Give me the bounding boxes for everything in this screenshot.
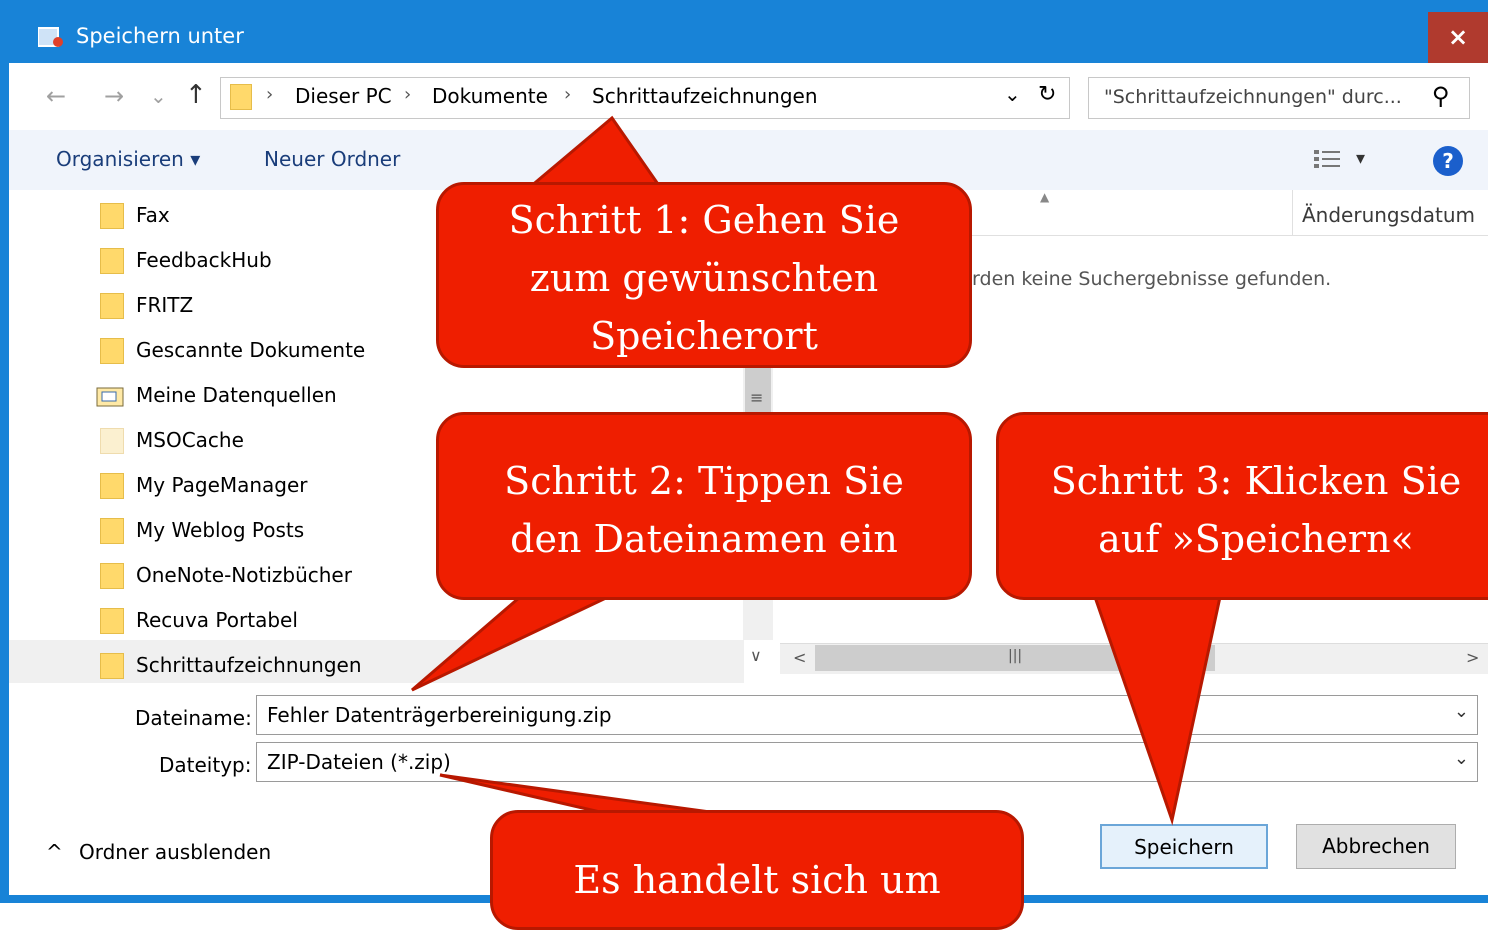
callout-step2: Schritt 2: Tippen Sie den Dateinamen ein [436, 412, 972, 600]
scroll-left-icon[interactable]: < [793, 648, 806, 667]
folder-icon [100, 338, 124, 364]
view-dropdown-icon[interactable]: ▾ [1356, 148, 1365, 169]
folder-icon [100, 608, 124, 634]
breadcrumb-separator: › [564, 84, 572, 105]
filename-field[interactable]: Fehler Datenträgerbereinigung.zip ⌄ [256, 695, 1478, 735]
folder-icon [100, 653, 124, 679]
save-button[interactable]: Speichern [1100, 824, 1268, 869]
chevron-down-icon[interactable]: ⌄ [1454, 748, 1469, 769]
column-date[interactable]: Änderungsdatum [1302, 203, 1475, 227]
scroll-grip-icon: ≡ [750, 388, 764, 407]
breadcrumb-dieser-pc[interactable]: Dieser PC [295, 84, 392, 108]
filetype-label: Dateityp: [159, 753, 252, 777]
folder-icon [100, 203, 124, 229]
command-bar [9, 130, 1488, 190]
breadcrumb-separator: › [266, 84, 274, 105]
new-folder-button[interactable]: Neuer Ordner [264, 147, 400, 171]
view-options-icon[interactable] [1314, 148, 1344, 170]
search-icon[interactable]: ⚲ [1432, 82, 1450, 110]
folder-icon [100, 563, 124, 589]
callout-step3: Schritt 3: Klicken Sie auf »Speichern« [996, 412, 1488, 600]
hidden-folder-icon [100, 428, 124, 454]
breadcrumb-dokumente[interactable]: Dokumente [432, 84, 548, 108]
folder-icon [100, 518, 124, 544]
sort-ascending-icon: ▲ [1040, 190, 1050, 204]
close-button[interactable]: × [1428, 12, 1488, 63]
collapse-icon[interactable]: ^ [46, 840, 63, 864]
scroll-right-icon[interactable]: > [1466, 648, 1479, 667]
hide-folders-button[interactable]: Ordner ausblenden [79, 840, 271, 864]
filetype-select[interactable]: ZIP-Dateien (*.zip) ⌄ [256, 742, 1478, 782]
recent-locations-icon[interactable]: ⌄ [150, 84, 167, 108]
filename-value[interactable]: Fehler Datenträgerbereinigung.zip [267, 703, 612, 727]
tree-item-meine-datenquellen[interactable]: Meine Datenquellen [96, 377, 740, 417]
cancel-button[interactable]: Abbrechen [1296, 824, 1456, 869]
folder-icon [100, 293, 124, 319]
callout-note: Es handelt sich um [490, 810, 1024, 930]
filetype-value[interactable]: ZIP-Dateien (*.zip) [267, 750, 451, 774]
address-dropdown-icon[interactable]: ⌄ [1004, 82, 1021, 106]
back-icon[interactable]: ← [46, 82, 66, 110]
search-input[interactable]: "Schrittaufzeichnungen" durc... [1104, 86, 1402, 108]
folder-icon [100, 248, 124, 274]
chevron-down-icon[interactable]: ⌄ [1454, 701, 1469, 722]
column-divider[interactable] [1292, 190, 1293, 235]
callout-step1: Schritt 1: Gehen Sie zum gewünschten Spe… [436, 182, 972, 368]
folder-icon [100, 473, 124, 499]
data-source-folder-icon [96, 385, 124, 412]
window-title: Speichern unter [76, 24, 244, 48]
tree-item-recuva-portabel[interactable]: Recuva Portabel [100, 602, 740, 642]
filename-label: Dateiname: [135, 706, 252, 730]
forward-icon[interactable]: → [104, 82, 124, 110]
scroll-down-icon[interactable]: ∨ [750, 646, 762, 665]
empty-list-message: urden keine Suchergebnisse gefunden. [960, 268, 1332, 290]
up-icon[interactable]: ↑ [185, 80, 207, 110]
organize-button[interactable]: Organisieren ▾ [56, 147, 200, 171]
breadcrumb-schrittaufzeichnungen[interactable]: Schrittaufzeichnungen [592, 84, 818, 108]
breadcrumb-separator: › [404, 84, 412, 105]
save-dialog-icon [37, 26, 64, 48]
tree-item-schrittaufzeichnungen[interactable]: Schrittaufzeichnungen [100, 647, 740, 687]
refresh-icon[interactable]: ↻ [1038, 82, 1056, 107]
folder-icon [230, 84, 252, 110]
help-icon[interactable]: ? [1433, 146, 1463, 176]
scroll-grip-icon: ||| [1008, 648, 1023, 664]
title-bar[interactable]: Speichern unter [0, 0, 1488, 63]
